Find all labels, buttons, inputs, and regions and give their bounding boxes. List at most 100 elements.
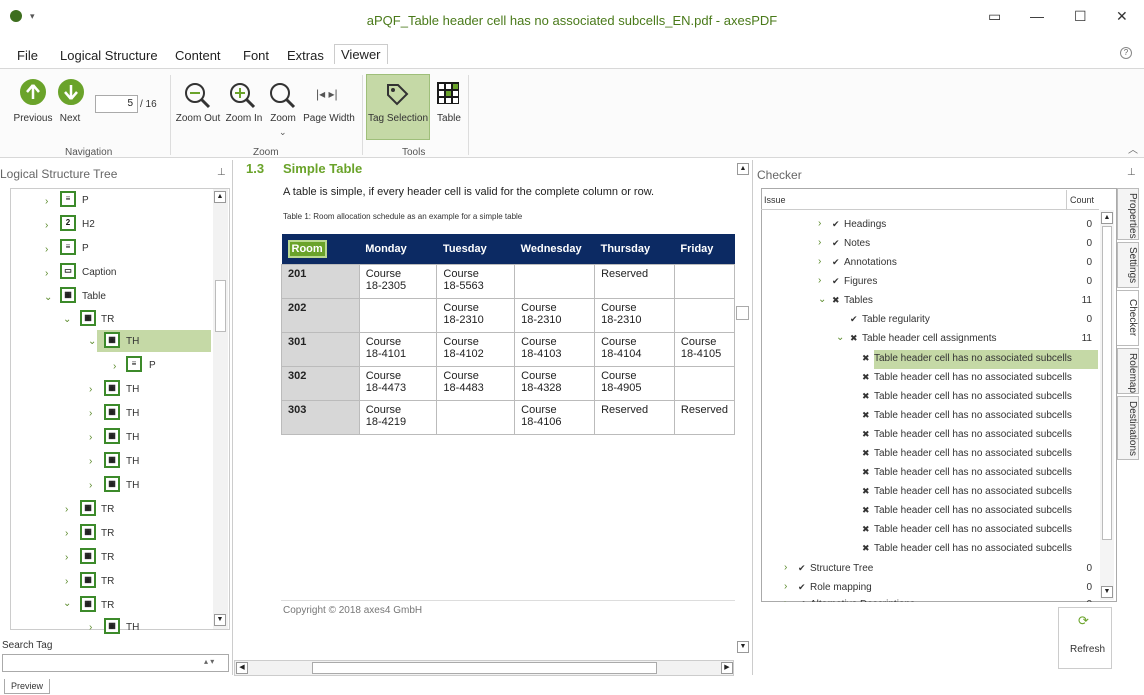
side-tab-rolemap[interactable]: Rolemap [1117, 348, 1139, 394]
maximize-button[interactable]: ☐ [1074, 8, 1087, 25]
checker-row[interactable]: ✖ Table header cell has no associated sub… [780, 388, 1098, 407]
checker-row[interactable]: ✖ Table header cell has no associated sub… [780, 540, 1098, 559]
collapse-chevron-icon[interactable]: ⌄ [836, 332, 844, 343]
row-header-cell[interactable]: 301 [281, 332, 360, 367]
expand-chevron-icon[interactable]: › [89, 456, 92, 467]
expand-chevron-icon[interactable]: › [784, 598, 787, 602]
expand-chevron-icon[interactable]: › [113, 361, 116, 372]
search-tag-input[interactable] [2, 654, 229, 672]
table-cell[interactable] [514, 264, 596, 299]
checker-row[interactable]: › ✔ Annotations 0 [780, 254, 1098, 273]
doc-scroll-down[interactable]: ▼ [737, 641, 749, 653]
tree-item-label[interactable]: TR [101, 504, 114, 515]
tree-item-label[interactable]: TR [101, 528, 114, 539]
tag-icon[interactable] [384, 81, 410, 110]
tree-item-label[interactable]: P [82, 243, 89, 254]
menu-font[interactable]: Font [243, 48, 269, 63]
tree-scroll-thumb[interactable] [215, 280, 226, 332]
close-button[interactable]: ✕ [1116, 8, 1128, 25]
expand-chevron-icon[interactable]: › [818, 256, 821, 267]
zoom-dropdown-chevron-icon[interactable]: ⌄ [279, 127, 287, 138]
next-button[interactable]: Next [50, 113, 90, 124]
zoom-in-button[interactable]: Zoom In [222, 113, 266, 124]
zoom-button[interactable]: Zoom [268, 113, 298, 124]
checker-row[interactable]: ✖ Table header cell has no associated sub… [780, 521, 1098, 540]
tree-item-label[interactable]: P [149, 360, 156, 371]
expand-chevron-icon[interactable]: › [818, 275, 821, 286]
checker-row[interactable]: ✖ Table header cell has no associated sub… [780, 445, 1098, 464]
zoom-out-icon[interactable] [183, 81, 213, 114]
row-header-cell[interactable]: 302 [281, 366, 360, 401]
tree-item-label[interactable]: Table [82, 291, 106, 302]
table-cell[interactable]: Course 18-4483 [436, 366, 516, 401]
expand-chevron-icon[interactable]: › [784, 562, 787, 573]
expand-chevron-icon[interactable]: › [45, 244, 48, 255]
table-cell[interactable]: Course 18-2310 [514, 298, 596, 333]
side-tab-destinations[interactable]: Destinations [1117, 396, 1139, 460]
search-spinner-icon[interactable]: ▴ ▾ [204, 657, 214, 666]
expand-chevron-icon[interactable]: › [65, 576, 68, 587]
checker-row[interactable]: › ✔ Headings 0 [780, 216, 1098, 235]
page-number-input[interactable]: 5 [95, 95, 138, 113]
table-cell[interactable] [673, 264, 736, 299]
expand-chevron-icon[interactable]: › [818, 237, 821, 248]
table-button[interactable]: Table [434, 113, 464, 124]
checker-row[interactable]: › ✔ Alternative Descriptions 0 [780, 596, 1098, 602]
table-cell[interactable]: Course 18-4105 [673, 332, 736, 367]
zoom-icon[interactable] [268, 81, 298, 114]
table-header-cell[interactable]: Thursday [594, 234, 675, 265]
tree-item-label[interactable]: TH [126, 622, 139, 633]
checker-col-count[interactable]: Count [1070, 195, 1094, 205]
expand-chevron-icon[interactable]: › [89, 384, 92, 395]
help-icon[interactable]: ? [1120, 47, 1132, 59]
expand-chevron-icon[interactable]: › [45, 220, 48, 231]
tree-scroll-up[interactable]: ▲ [214, 191, 226, 203]
tree-item-label[interactable]: P [82, 195, 89, 206]
menu-content[interactable]: Content [175, 48, 221, 63]
checker-row[interactable]: ⌄ ✖ Table header cell assignments 11 [780, 330, 1098, 349]
expand-chevron-icon[interactable]: › [818, 218, 821, 229]
table-cell[interactable]: Course 18-2305 [358, 264, 438, 299]
checker-row[interactable]: ✖ Table header cell has no associated sub… [780, 502, 1098, 521]
table-header-cell[interactable]: Room [281, 234, 360, 265]
tree-scroll-down[interactable]: ▼ [214, 614, 226, 626]
tree-item-label[interactable]: Caption [82, 267, 116, 278]
checker-scroll-thumb[interactable] [1102, 226, 1112, 540]
menu-logical-structure[interactable]: Logical Structure [60, 48, 158, 63]
doc-scroll-right[interactable]: ▶ [721, 662, 733, 674]
checker-row[interactable]: ⌄ ✖ Tables 11 [780, 292, 1098, 311]
pin-icon[interactable]: ⊥ [1127, 167, 1136, 178]
checker-scroll-up[interactable]: ▲ [1101, 212, 1113, 224]
table-cell[interactable] [673, 366, 736, 401]
table-cell[interactable]: Course 18-4101 [358, 332, 438, 367]
side-tab-properties[interactable]: Properties [1117, 188, 1139, 240]
expand-chevron-icon[interactable]: › [65, 528, 68, 539]
restore-icon[interactable]: ▭ [988, 8, 1001, 25]
table-cell[interactable]: Course 18-4106 [514, 400, 596, 435]
table-cell[interactable]: Course 18-2310 [594, 298, 675, 333]
tree-item-label[interactable]: TH [126, 336, 139, 347]
tree-item-label[interactable]: TH [126, 456, 139, 467]
row-header-cell[interactable]: 303 [281, 400, 360, 435]
checker-row[interactable]: › ✔ Notes 0 [780, 235, 1098, 254]
table-cell[interactable]: Reserved [673, 400, 736, 435]
table-cell[interactable]: Reserved [594, 400, 675, 435]
collapse-ribbon-chevron-icon[interactable]: ︿ [1128, 141, 1138, 156]
tree-item-label[interactable]: H2 [82, 219, 95, 230]
checker-col-issue[interactable]: Issue [764, 195, 786, 205]
tree-scrollbar[interactable] [213, 189, 228, 629]
checker-row[interactable]: ✖ Table header cell has no associated sub… [780, 369, 1098, 388]
menu-file[interactable]: File [17, 48, 38, 63]
side-tab-settings[interactable]: Settings [1117, 242, 1139, 288]
zoom-out-button[interactable]: Zoom Out [173, 113, 223, 124]
checker-row[interactable]: › ✔ Structure Tree 0 [780, 560, 1098, 579]
zoom-in-icon[interactable] [228, 81, 258, 114]
expand-chevron-icon[interactable]: › [784, 581, 787, 592]
menu-extras[interactable]: Extras [287, 48, 324, 63]
doc-scroll-left[interactable]: ◀ [236, 662, 248, 674]
row-header-cell[interactable]: 201 [281, 264, 360, 299]
tree-item-label[interactable]: TH [126, 480, 139, 491]
table-header-cell[interactable]: Monday [359, 234, 437, 265]
table-cell[interactable]: Course 18-2310 [436, 298, 516, 333]
expand-chevron-icon[interactable]: › [65, 504, 68, 515]
